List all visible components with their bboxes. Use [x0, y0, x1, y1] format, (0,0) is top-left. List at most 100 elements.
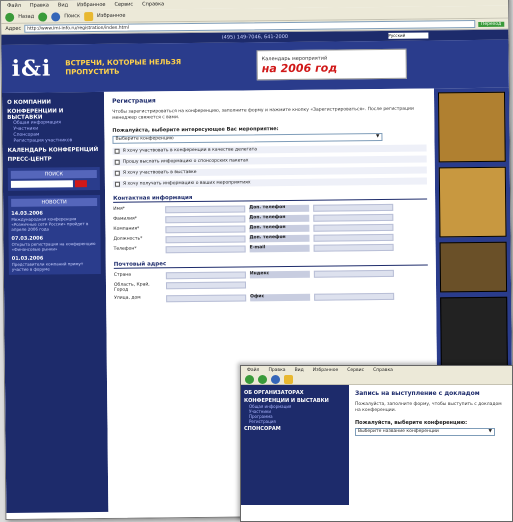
search-icon[interactable]: [51, 11, 61, 21]
country-input[interactable]: [165, 271, 246, 280]
ad-banner[interactable]: [438, 166, 507, 238]
field-label: Страна: [113, 272, 131, 278]
option-label: Я хочу участвовать в конференции в качес…: [122, 147, 258, 154]
intro-text: Чтобы зарегистрироваться на конференцию,…: [112, 106, 414, 121]
nav-press[interactable]: ПРЕСС-ЦЕНТР: [8, 156, 100, 162]
news-text[interactable]: Открыта регистрация на конференцию «Фина…: [12, 241, 98, 252]
street-input[interactable]: [166, 294, 247, 303]
menu-file[interactable]: Файл: [247, 368, 259, 373]
nav-organizers[interactable]: ОБ ОРГАНИЗАТОРАХ: [244, 390, 346, 396]
ad-banner[interactable]: [439, 241, 508, 293]
back-icon[interactable]: [245, 374, 254, 384]
option-sponsor[interactable]: Прошу выслать информацию о спонсорских п…: [112, 155, 427, 166]
favorites-button[interactable]: Избранное: [97, 13, 125, 19]
checkbox[interactable]: [114, 148, 120, 154]
option-label: Я хочу участвовать в выставке: [122, 169, 197, 176]
option-label: Прошу выслать информацию о спонсорских п…: [122, 158, 249, 165]
nav-sub-registration[interactable]: Регистрация: [249, 419, 346, 424]
office-input[interactable]: [314, 292, 395, 301]
forward-icon[interactable]: [258, 374, 267, 384]
option-subscribe[interactable]: Я хочу получать информацию о ваших мероп…: [112, 177, 427, 188]
slogan: ВСТРЕЧИ, КОТОРЫЕ НЕЛЬЗЯ ПРОПУСТИТЬ: [65, 58, 182, 77]
search-icon[interactable]: [271, 374, 280, 384]
star-icon[interactable]: [83, 11, 94, 21]
zip-input[interactable]: [313, 269, 394, 278]
menu-edit[interactable]: Правка: [30, 2, 49, 8]
address-label: Адрес: [5, 25, 22, 32]
ad-banner[interactable]: [440, 296, 508, 368]
field-label: Индекс: [249, 270, 310, 279]
field-label: Доп. телефон: [249, 234, 310, 243]
option-delegate[interactable]: Я хочу участвовать в конференции в качес…: [112, 144, 427, 155]
menu-tools[interactable]: Сервис: [114, 2, 133, 8]
popup-select-label: Пожалуйста, выберите конференцию:: [355, 420, 468, 426]
chevron-down-icon: ▼: [375, 134, 380, 140]
option-label: Я хочу получать информацию о ваших мероп…: [122, 180, 251, 187]
menu-help[interactable]: Справка: [373, 368, 393, 373]
conference-select[interactable]: Выберите конференцию ▼: [112, 133, 383, 144]
search-submit-button[interactable]: [74, 180, 87, 188]
phone-extra-input[interactable]: [313, 223, 394, 232]
back-button[interactable]: Назад: [18, 14, 34, 20]
phone-extra-input[interactable]: [313, 213, 394, 222]
last-name-input[interactable]: [165, 215, 246, 224]
ad-banner[interactable]: [437, 91, 506, 163]
search-box: ПОИСК: [7, 166, 100, 191]
search-input[interactable]: [10, 180, 73, 188]
search-title: ПОИСК: [10, 169, 97, 179]
city-input[interactable]: [165, 281, 247, 290]
search-button[interactable]: Поиск: [64, 13, 80, 19]
phone-extra-input[interactable]: [313, 233, 394, 242]
star-icon[interactable]: [284, 374, 293, 384]
menu-file[interactable]: Файл: [7, 3, 21, 9]
conference-select-value: Выберите конференцию: [115, 136, 174, 142]
nav-sub-registration[interactable]: Регистрация участников: [13, 138, 99, 145]
option-exhibit[interactable]: Я хочу участвовать в выставке: [112, 166, 427, 177]
address-grid: Страна Индекс Область, Край, Город Улица,…: [113, 269, 428, 303]
checkbox[interactable]: [114, 181, 120, 187]
field-label: Компания*: [113, 226, 140, 232]
menu-tools[interactable]: Сервис: [347, 368, 364, 373]
popup-text: Пожалуйста, заполните форму, чтобы высту…: [355, 402, 502, 413]
menu-view[interactable]: Вид: [295, 368, 304, 373]
news-text[interactable]: Представители компаний примут участие в …: [12, 261, 98, 272]
nav-about[interactable]: О КОМПАНИИ: [7, 99, 99, 105]
first-name-input[interactable]: [165, 205, 246, 214]
checkbox[interactable]: [114, 159, 120, 165]
field-label: Улица, дом: [114, 295, 141, 301]
popup-conference-select[interactable]: Выберите название конференции ▼: [355, 428, 495, 436]
back-icon[interactable]: [5, 12, 15, 22]
nav-calendar[interactable]: КАЛЕНДАРЬ КОНФЕРЕНЦИЙ: [8, 147, 100, 154]
menu-view[interactable]: Вид: [58, 2, 68, 8]
checkbox[interactable]: [114, 170, 120, 176]
menu-help[interactable]: Справка: [142, 1, 164, 7]
news-text[interactable]: Международная конференция «Розничные сет…: [11, 216, 97, 232]
nav-conferences[interactable]: КОНФЕРЕНЦИИ И ВЫСТАВКИ: [7, 108, 99, 121]
header-banner[interactable]: Календарь мероприятий на 2006 год: [256, 48, 407, 81]
go-button[interactable]: Переход: [477, 21, 505, 27]
news-box: НОВОСТИ 14.03.2006 Международная конфере…: [8, 194, 101, 275]
forward-icon[interactable]: [38, 12, 48, 22]
contact-grid: Имя* Доп. телефон Фамилия* Доп. телефон Ко…: [113, 203, 427, 254]
field-label: Должность*: [113, 236, 143, 242]
news-title: НОВОСТИ: [11, 197, 98, 207]
popup-page: ОБ ОРГАНИЗАТОРАХ КОНФЕРЕНЦИИ И ВЫСТАВКИ …: [241, 385, 512, 505]
site-header: i&i ВСТРЕЧИ, КОТОРЫЕ НЕЛЬЗЯ ПРОПУСТИТЬ К…: [1, 39, 509, 93]
phone-extra-input[interactable]: [313, 203, 394, 212]
popup-toolbar: [241, 374, 512, 385]
company-input[interactable]: [165, 225, 246, 234]
email-input[interactable]: [313, 243, 394, 252]
banner-year: на 2006 год: [261, 60, 338, 75]
menu-favorites[interactable]: Избранное: [313, 368, 339, 373]
nav-sponsors[interactable]: СПОНСОРАМ: [244, 426, 346, 432]
menu-edit[interactable]: Правка: [268, 368, 285, 373]
phone-input[interactable]: [165, 245, 246, 254]
left-nav: О КОМПАНИИ КОНФЕРЕНЦИИ И ВЫСТАВКИ Общая …: [1, 91, 109, 513]
popup-browser-window: Файл Правка Вид Избранное Сервис Справка…: [240, 365, 513, 522]
language-select[interactable]: Русский: [388, 32, 429, 39]
site-logo[interactable]: i&i: [12, 55, 52, 81]
menu-favorites[interactable]: Избранное: [77, 2, 105, 8]
field-label: Доп. телефон: [249, 204, 310, 213]
field-label: Офис: [250, 293, 311, 302]
position-input[interactable]: [165, 235, 246, 244]
